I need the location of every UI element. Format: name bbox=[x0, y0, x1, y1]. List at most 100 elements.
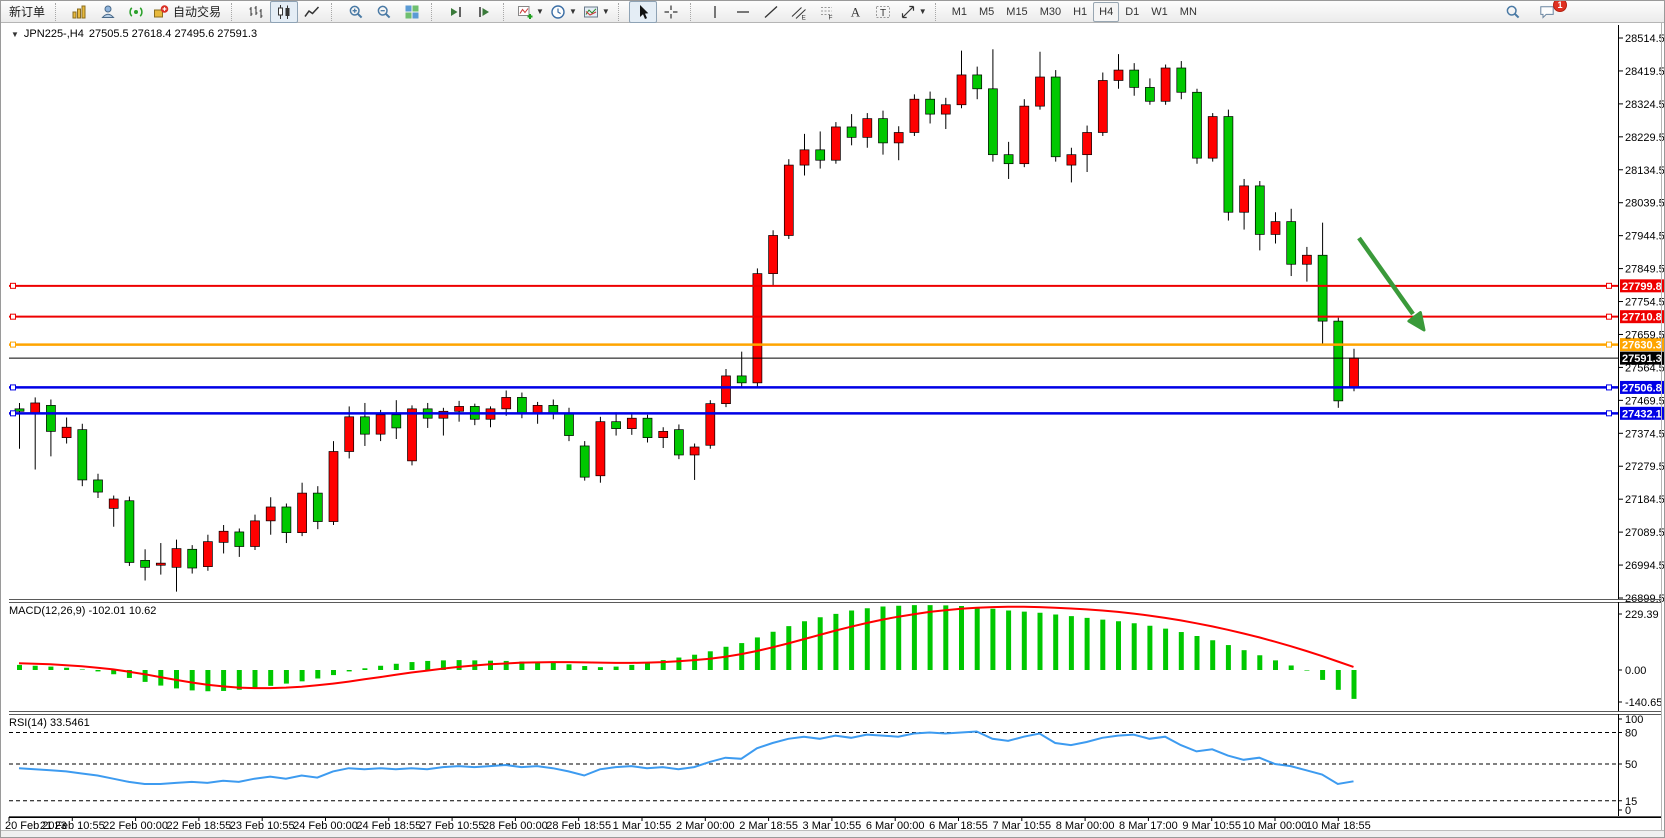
candle-body bbox=[94, 480, 103, 492]
price-tick-label: 27184.5 bbox=[1625, 494, 1665, 506]
chart-canvas[interactable]: 27799.827710.827630.327591.327506.827432… bbox=[1, 1, 1665, 838]
timeframe-button-h4[interactable]: H4 bbox=[1093, 2, 1119, 22]
label-icon: T bbox=[875, 4, 891, 20]
rsi-tick-label: 100 bbox=[1625, 714, 1643, 726]
candle-body bbox=[203, 542, 212, 567]
candle-body bbox=[1334, 321, 1343, 401]
zoom-out-button[interactable] bbox=[370, 1, 398, 23]
candle-body bbox=[172, 549, 181, 568]
line-anchor-marker bbox=[1607, 314, 1612, 319]
toolbar-separator bbox=[431, 3, 439, 21]
profile-icon bbox=[100, 4, 116, 20]
price-tick-label: 27279.5 bbox=[1625, 461, 1665, 473]
shapes-icon bbox=[900, 4, 916, 20]
candle-body bbox=[910, 99, 919, 132]
timeframe-button-m1[interactable]: M1 bbox=[946, 2, 973, 22]
price-tag-label: 27799.8 bbox=[1622, 281, 1662, 293]
candle-body bbox=[863, 119, 872, 138]
price-tick-label: 28039.5 bbox=[1625, 198, 1665, 210]
chevron-down-icon[interactable]: ▼ bbox=[919, 7, 927, 16]
candle-body bbox=[408, 409, 417, 461]
symbol-label: JPN225-,H4 bbox=[24, 28, 84, 40]
toolbar-separator bbox=[231, 3, 239, 21]
charts-button[interactable] bbox=[66, 1, 94, 23]
line-anchor-marker bbox=[11, 342, 16, 347]
chevron-down-icon[interactable]: ▼ bbox=[536, 7, 544, 16]
tile-windows-button[interactable] bbox=[398, 1, 426, 23]
text-button[interactable]: A bbox=[841, 1, 869, 23]
candle-body bbox=[455, 406, 464, 411]
rsi-indicator-label: RSI(14) 33.5461 bbox=[9, 717, 90, 729]
candle-body bbox=[800, 150, 809, 165]
candle-body bbox=[282, 507, 291, 533]
vline-button[interactable] bbox=[701, 1, 729, 23]
timeframe-button-h1[interactable]: H1 bbox=[1067, 2, 1093, 22]
timeframe-button-m5[interactable]: M5 bbox=[973, 2, 1000, 22]
price-tick-label: 27754.5 bbox=[1625, 297, 1665, 309]
trendline-button[interactable] bbox=[757, 1, 785, 23]
timeframe-button-m30[interactable]: M30 bbox=[1034, 2, 1067, 22]
chevron-down-icon[interactable]: ▼ bbox=[602, 7, 610, 16]
price-tick-label: 28229.5 bbox=[1625, 132, 1665, 144]
notifications-button[interactable]: 1 bbox=[1533, 1, 1561, 23]
chevron-down-icon[interactable]: ▼ bbox=[569, 7, 577, 16]
timeframe-button-mn[interactable]: MN bbox=[1174, 2, 1203, 22]
timeframe-button-m15[interactable]: M15 bbox=[1000, 2, 1033, 22]
candle-body bbox=[643, 418, 652, 437]
auto-trading-button-label: 自动交易 bbox=[171, 3, 223, 20]
auto-trading-button[interactable]: 自动交易 bbox=[150, 1, 226, 23]
timeframe-button-w1[interactable]: W1 bbox=[1145, 2, 1174, 22]
price-tick-label: 26994.5 bbox=[1625, 560, 1665, 572]
price-tag-label: 27710.8 bbox=[1622, 312, 1662, 324]
cursor-button[interactable] bbox=[629, 1, 657, 23]
trendline-icon bbox=[763, 4, 779, 20]
timeframe-button-d1[interactable]: D1 bbox=[1119, 2, 1145, 22]
shapes-button[interactable]: ▼ bbox=[897, 1, 930, 23]
line-chart-button[interactable] bbox=[298, 1, 326, 23]
new-order-button[interactable]: 新订单 bbox=[4, 1, 50, 23]
svg-text:E: E bbox=[801, 14, 806, 20]
signals-button[interactable] bbox=[122, 1, 150, 23]
indicators-button[interactable]: ▼ bbox=[514, 1, 547, 23]
crosshair-button[interactable] bbox=[657, 1, 685, 23]
toolbar-separator bbox=[503, 3, 511, 21]
auto-scroll-button[interactable] bbox=[442, 1, 470, 23]
symbol-dropdown-icon[interactable]: ▼ bbox=[11, 30, 19, 39]
candle-body bbox=[894, 132, 903, 142]
candle-body bbox=[753, 274, 762, 383]
price-tick-label: 28514.5 bbox=[1625, 33, 1665, 45]
bar-chart-button[interactable] bbox=[242, 1, 270, 23]
candle-body bbox=[926, 99, 935, 114]
line-anchor-marker bbox=[1607, 342, 1612, 347]
fibonacci-button[interactable]: F bbox=[813, 1, 841, 23]
rsi-panel[interactable]: 1008050150 bbox=[9, 714, 1643, 817]
toolbar-separator bbox=[618, 3, 626, 21]
candle-body bbox=[1114, 70, 1123, 80]
templates-button[interactable]: ▼ bbox=[580, 1, 613, 23]
hline-button[interactable] bbox=[729, 1, 757, 23]
arrow-shaft bbox=[1359, 238, 1413, 314]
candle-body bbox=[784, 165, 793, 235]
candle-body bbox=[769, 235, 778, 273]
candle-body bbox=[1193, 92, 1202, 158]
candle-body bbox=[109, 499, 118, 508]
search-button[interactable] bbox=[1499, 1, 1527, 23]
candlestick-icon bbox=[276, 4, 292, 20]
profile-button[interactable] bbox=[94, 1, 122, 23]
channel-button[interactable]: E bbox=[785, 1, 813, 23]
price-tick-label: 27564.5 bbox=[1625, 362, 1665, 374]
zoom-in-button[interactable] bbox=[342, 1, 370, 23]
periods-button[interactable]: ▼ bbox=[547, 1, 580, 23]
candle-body bbox=[46, 405, 55, 431]
zoom-out-icon bbox=[376, 4, 392, 20]
zoom-in-icon bbox=[348, 4, 364, 20]
candle-body bbox=[1067, 155, 1076, 165]
candle-body bbox=[360, 417, 369, 434]
macd-panel[interactable]: 229.390.00-140.65 bbox=[19, 605, 1662, 709]
new-order-button-label: 新订单 bbox=[7, 3, 47, 20]
horizontal-lines[interactable]: 27799.827710.827630.327591.327506.827432… bbox=[9, 279, 1665, 420]
svg-text:A: A bbox=[850, 4, 860, 19]
candlestick-button[interactable] bbox=[270, 1, 298, 23]
label-button[interactable]: T bbox=[869, 1, 897, 23]
chart-shift-button[interactable] bbox=[470, 1, 498, 23]
